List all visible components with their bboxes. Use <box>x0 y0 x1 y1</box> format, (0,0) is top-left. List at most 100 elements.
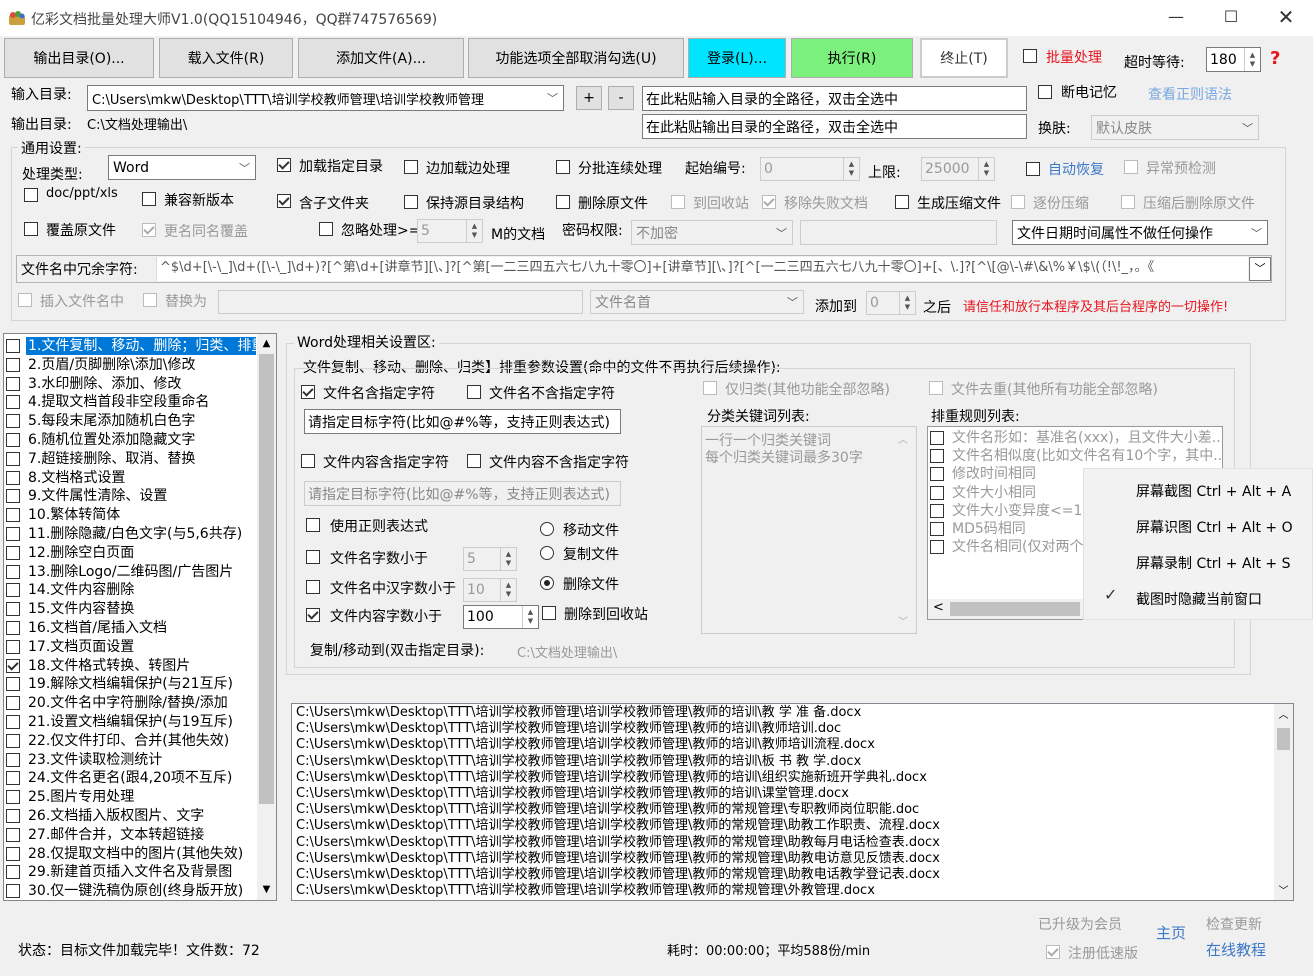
spinner-arrows-icon[interactable]: ▲ ▼ <box>522 606 538 628</box>
delete-src-checkbox[interactable] <box>556 195 570 209</box>
limit-spinner[interactable]: 25000 ▲ ▼ <box>921 157 995 181</box>
keep-struct-checkbox[interactable] <box>404 195 418 209</box>
ignore-checkbox[interactable] <box>319 222 333 236</box>
insert-name-checkbox[interactable] <box>18 293 32 307</box>
function-checkbox[interactable] <box>6 508 20 523</box>
menu-item-hide-window[interactable]: 截图时隐藏当前窗口 <box>1136 589 1262 609</box>
function-item[interactable]: 6.随机位置处添加隐藏文字 <box>6 431 256 449</box>
add-dir-button[interactable]: + <box>576 86 602 110</box>
function-item[interactable]: 3.水印删除、添加、修改 <box>6 375 256 393</box>
scroll-thumb[interactable] <box>950 602 1080 616</box>
paste-output-field[interactable]: 在此粘贴输出目录的全路径，双击全选中 <box>642 114 1027 139</box>
function-item[interactable]: 17.文档页面设置 <box>6 638 256 656</box>
ignore-size-spinner[interactable]: 5 ▲ ▼ <box>417 219 483 243</box>
move-fail-checkbox[interactable] <box>762 195 776 209</box>
spinner-arrows-icon[interactable]: ▲ ▼ <box>899 292 915 314</box>
function-checkbox[interactable] <box>6 564 20 579</box>
function-checkbox[interactable] <box>6 489 20 504</box>
scroll-up-icon[interactable]: ︿ <box>1274 706 1293 722</box>
subfolder-checkbox[interactable] <box>277 194 291 208</box>
online-tutorial-link[interactable]: 在线教程 <box>1206 939 1266 960</box>
function-item[interactable]: 21.设置文档编辑保护(与19互斥) <box>6 713 256 731</box>
function-item[interactable]: 12.删除空白页面 <box>6 544 256 562</box>
low-speed-checkbox[interactable] <box>1046 945 1060 959</box>
rule-item[interactable]: 文件名相似度(比如文件名有10个字，其中... <box>930 447 1222 465</box>
scroll-thumb[interactable] <box>1277 728 1290 750</box>
rule-checkbox[interactable] <box>930 467 944 482</box>
maximize-icon[interactable]: ☐ <box>1208 0 1254 36</box>
scroll-down-icon[interactable]: ﹀ <box>898 613 908 628</box>
function-item[interactable]: 10.繁体转简体 <box>6 506 256 524</box>
function-checkbox[interactable] <box>6 357 20 372</box>
date-attr-combo[interactable]: 文件日期时间属性不做任何操作 ﹀ <box>1012 220 1268 245</box>
function-checkbox[interactable] <box>6 470 20 485</box>
batch-checkbox[interactable] <box>1023 49 1037 63</box>
minimize-icon[interactable]: — <box>1153 0 1199 36</box>
function-item[interactable]: 8.文档格式设置 <box>6 469 256 487</box>
use-regex-checkbox[interactable] <box>306 518 320 532</box>
function-item[interactable]: 2.页眉/页脚删除\添加\修改 <box>6 356 256 374</box>
move-radio[interactable] <box>540 522 554 536</box>
delete-radio[interactable] <box>540 576 554 590</box>
resume-checkbox[interactable] <box>1038 85 1052 99</box>
paste-input-field[interactable]: 在此粘贴输入目录的全路径，双击全选中 <box>642 86 1027 111</box>
function-item[interactable]: 7.超链接删除、取消、替换 <box>6 450 256 468</box>
scroll-down-icon[interactable]: ▼ <box>257 880 276 899</box>
input-dir-combo[interactable]: C:\Users\mkw\Desktop\TTT\培训学校教师管理\培训学校教师… <box>87 85 564 111</box>
name-target-field[interactable]: 请指定目标字符(比如@#%等，支持正则表达式) <box>304 409 621 434</box>
rule-checkbox[interactable] <box>930 540 944 555</box>
function-checkbox[interactable] <box>6 696 20 711</box>
content-contains-checkbox[interactable] <box>301 454 315 468</box>
copy-to-value[interactable]: C:\文档处理输出\ <box>517 642 617 661</box>
function-checkbox[interactable] <box>6 602 20 617</box>
rule-checkbox[interactable] <box>930 522 944 536</box>
keyword-list[interactable]: 一行一个归类关键词 每个归类关键词最多30字 ︿ ﹀ <box>701 426 917 634</box>
compat-checkbox[interactable] <box>142 192 156 206</box>
chevron-down-icon[interactable]: ﹀ <box>776 225 787 241</box>
scroll-thumb[interactable] <box>259 354 274 804</box>
close-icon[interactable]: ✕ <box>1263 0 1309 36</box>
chevron-down-icon[interactable]: ﹀ <box>1242 120 1253 136</box>
add-file-button[interactable]: 添加文件(A)... <box>298 38 464 78</box>
function-checkbox[interactable] <box>6 339 20 353</box>
homepage-link[interactable]: 主页 <box>1156 922 1186 943</box>
function-checkbox[interactable] <box>6 451 20 466</box>
function-item[interactable]: 29.新建首页插入文件名及背景图 <box>6 863 256 881</box>
function-checkbox[interactable] <box>6 621 20 635</box>
remove-dir-button[interactable]: - <box>608 86 634 110</box>
function-checkbox[interactable] <box>6 884 20 899</box>
chevron-down-icon[interactable]: ﹀ <box>1249 257 1271 281</box>
scroll-down-icon[interactable]: ﹀ <box>1274 882 1293 898</box>
log-scrollbar[interactable]: ︿ ﹀ <box>1274 704 1293 900</box>
content-not-contains-checkbox[interactable] <box>467 454 481 468</box>
load-file-button[interactable]: 载入文件(R) <box>159 38 293 78</box>
skin-combo[interactable]: 默认皮肤 ﹀ <box>1091 115 1259 140</box>
del-recycle-checkbox[interactable] <box>542 606 556 620</box>
timeout-spinner[interactable]: 180 ▲ ▼ <box>1206 47 1261 72</box>
spinner-arrows-icon[interactable]: ▲ ▼ <box>1244 48 1260 71</box>
function-item[interactable]: 28.仅提取文档中的图片(其他失效) <box>6 845 256 863</box>
function-checkbox[interactable] <box>6 583 20 598</box>
function-checkbox[interactable] <box>6 376 20 391</box>
chevron-down-icon[interactable]: ﹀ <box>787 294 798 310</box>
function-checkbox[interactable] <box>6 715 20 729</box>
to-recycle-checkbox[interactable] <box>671 195 685 209</box>
rule-checkbox[interactable] <box>930 503 944 518</box>
spinner-arrows-icon[interactable]: ▲ ▼ <box>843 158 859 180</box>
load-dir-checkbox[interactable] <box>277 158 291 172</box>
function-item[interactable]: 19.解除文档编辑保护(与21互斥) <box>6 675 256 693</box>
copy-radio[interactable] <box>540 546 554 560</box>
function-checkbox[interactable] <box>6 545 20 560</box>
function-checkbox[interactable] <box>6 639 20 654</box>
function-item[interactable]: 4.提取文档首段非空段重命名 <box>6 393 256 411</box>
spinner-arrows-icon[interactable]: ▲ ▼ <box>466 220 482 242</box>
function-list-scrollbar[interactable]: ▲ ▼ <box>257 334 276 900</box>
replace-field[interactable] <box>218 290 583 314</box>
rename-same-checkbox[interactable] <box>142 223 156 237</box>
function-item[interactable]: 16.文档首/尾插入文档 <box>6 619 256 637</box>
doc-types-checkbox[interactable] <box>24 188 38 202</box>
function-item[interactable]: 27.邮件合并，文本转超链接 <box>6 826 256 844</box>
function-checkbox[interactable] <box>6 395 20 410</box>
scroll-up-icon[interactable]: ︿ <box>898 431 908 446</box>
function-item[interactable]: 5.每段末尾添加随机白色字 <box>6 412 256 430</box>
